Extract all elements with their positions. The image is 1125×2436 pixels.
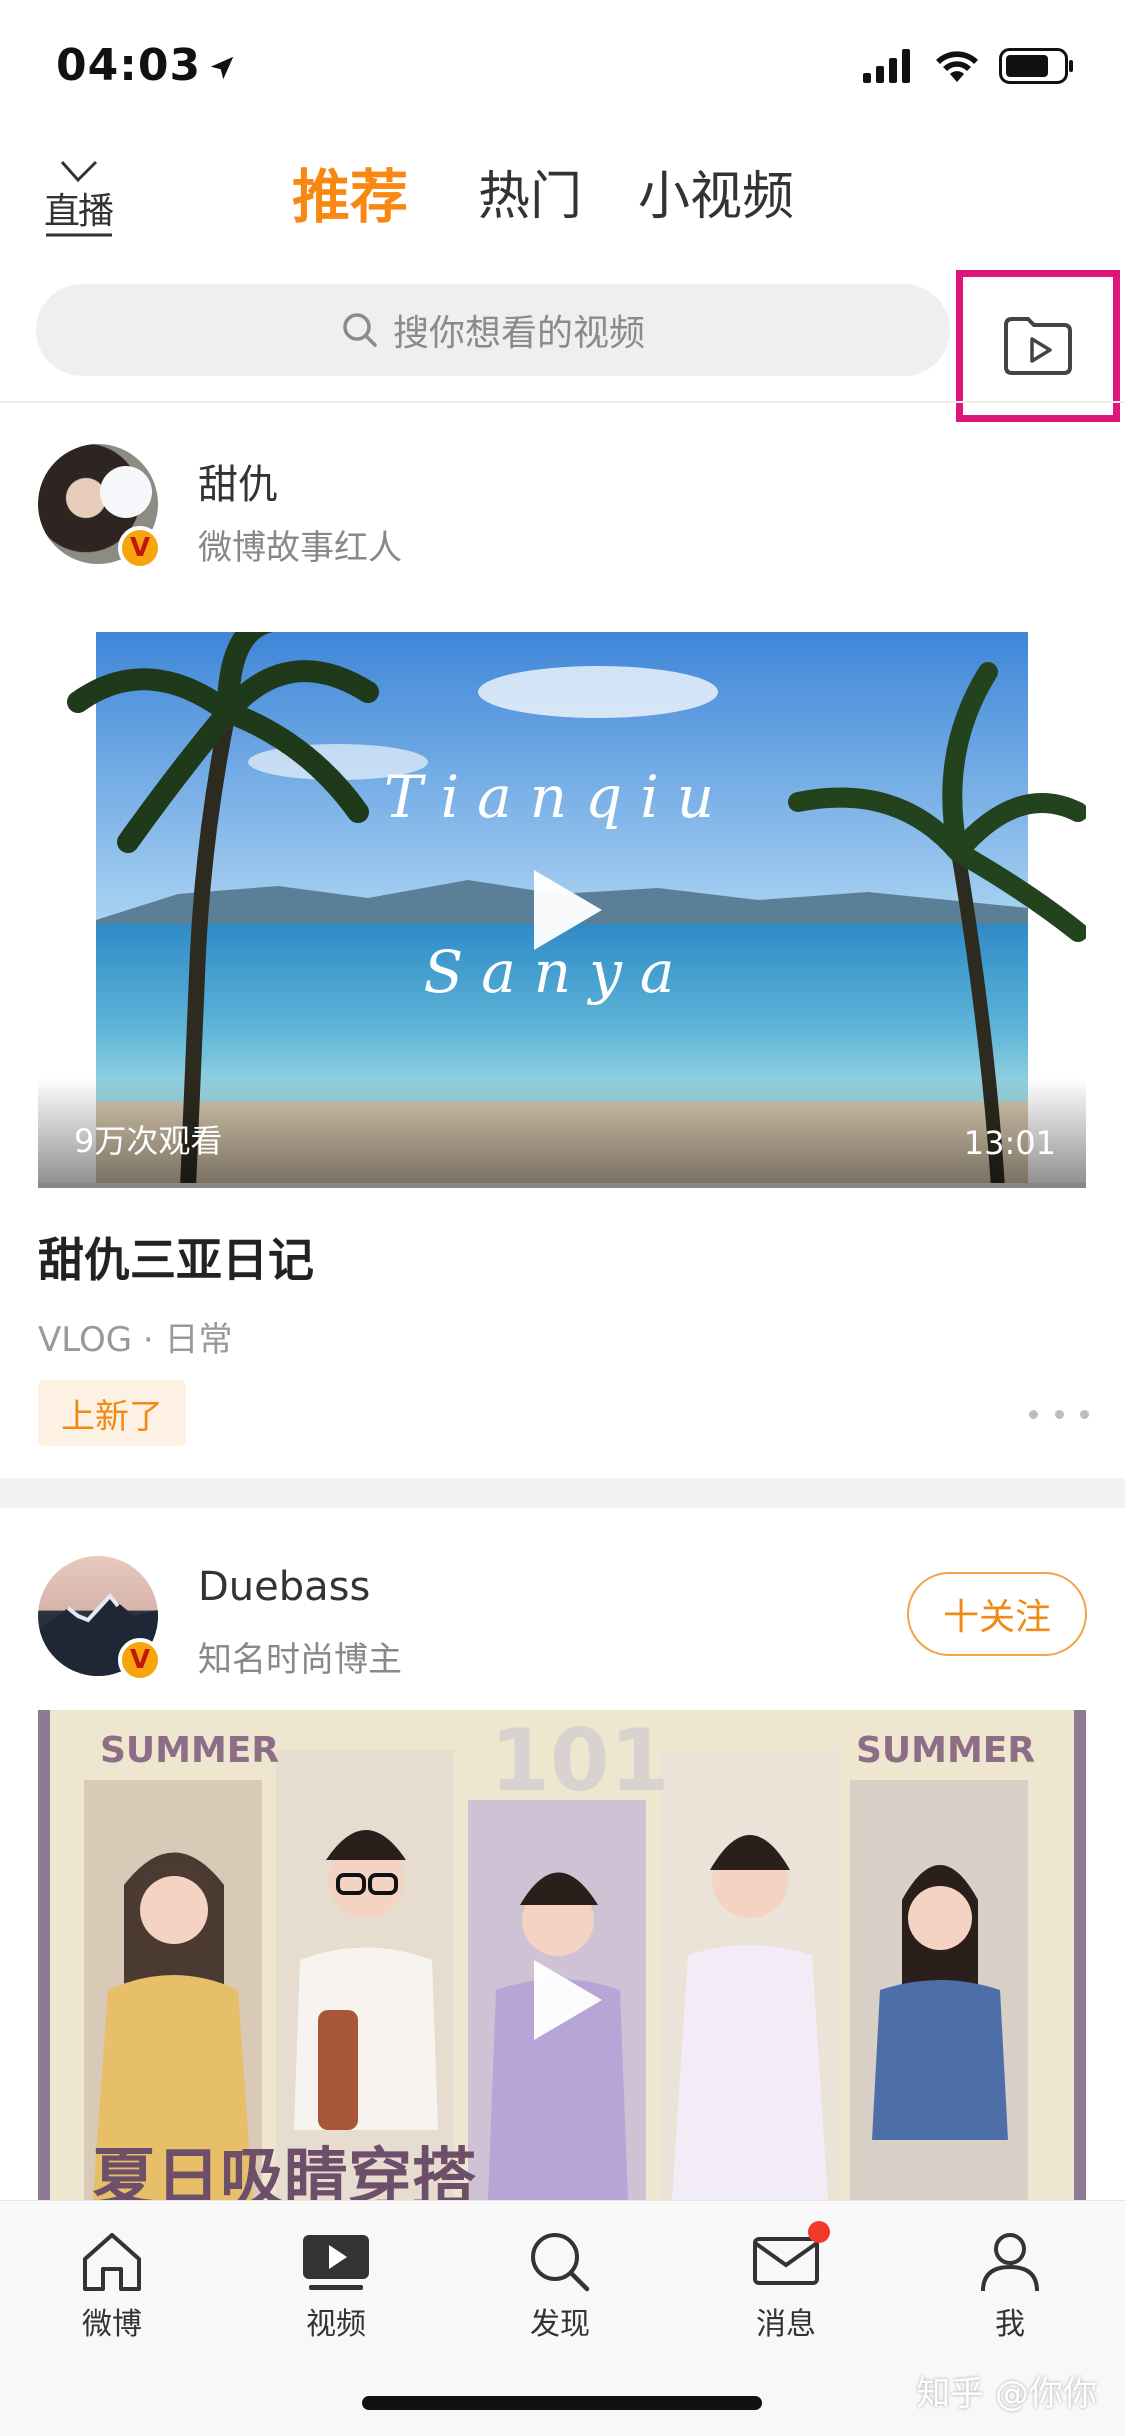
search-divider [0,401,1125,403]
search-row: 搜你想看的视频 [0,270,1125,422]
thumb-summer-left: SUMMER [100,1730,279,1771]
tab-messages-label: 消息 [756,2307,816,2342]
thumb-bottom-title: 夏日吸睛穿搭 [92,2142,476,2200]
search-icon [343,313,377,347]
status-icons [863,48,1075,84]
signal-icon [863,49,910,83]
status-time-text: 04:03 [56,40,202,91]
wifi-icon [936,51,978,82]
more-options-icon[interactable] [1029,1394,1089,1434]
watermark: 知乎 @你你 [916,2374,1097,2414]
fashion-collage-image: SUMMER 101 SUMMER 夏日吸睛穿搭 [38,1710,1086,2200]
tab-discover-label: 发现 [530,2307,590,2342]
battery-icon [999,48,1073,84]
live-label: 直播 [44,191,114,232]
tab-recommend[interactable]: 推荐 [292,160,408,234]
post-title[interactable]: 甜仇三亚日记 [38,1224,314,1290]
play-icon[interactable] [534,870,602,950]
thumb-number: 101 [490,1711,670,1811]
tab-weibo-label: 微博 [82,2307,142,2342]
tab-me-label: 我 [995,2307,1025,2342]
location-arrow-icon [210,56,234,80]
home-indicator[interactable] [362,2396,762,2410]
search-input[interactable]: 搜你想看的视频 [36,284,950,376]
post-tags: VLOG · 日常 [38,1320,233,1360]
video-duration: 13:01 [963,1124,1056,1162]
verified-badge: V [118,526,162,570]
author-name[interactable]: Duebass [198,1564,370,1610]
author-name[interactable]: 甜仇 [198,452,278,510]
tab-video[interactable]: 视频 [266,2229,406,2343]
video-folder-icon [1004,317,1072,375]
dot [1029,1409,1038,1419]
tab-weibo[interactable]: 微博 [42,2229,182,2343]
view-count: 9万次观看 [74,1122,223,1160]
video-folder-button[interactable] [956,270,1120,422]
nav-tabs: 推荐 热门 小视频 [292,160,850,234]
tv-base-icon [46,233,112,237]
follow-button[interactable]: 十关注 [907,1572,1087,1656]
tab-short-video[interactable]: 小视频 [638,160,794,234]
thumb-title-line-1: Tianqiu [384,763,732,831]
video-thumbnail[interactable]: SUMMER 101 SUMMER 夏日吸睛穿搭 [38,1710,1086,2200]
tab-hot[interactable]: 热门 [478,160,582,234]
dot [1080,1409,1089,1419]
dot [1054,1409,1064,1419]
progress-line [38,1183,1086,1188]
live-button[interactable]: 直播 [44,158,114,238]
status-bar: 04:03 [0,0,1125,132]
tab-messages[interactable]: 消息 [716,2221,856,2343]
tab-video-label: 视频 [306,2307,366,2342]
tab-me[interactable]: 我 [940,2229,1080,2343]
tab-discover[interactable]: 发现 [490,2229,630,2343]
thumb-summer-right: SUMMER [856,1730,1035,1771]
verified-badge: V [118,1638,162,1682]
status-time: 04:03 [56,40,237,91]
notification-dot [808,2221,830,2243]
author-desc: 微博故事红人 [198,528,402,568]
play-icon[interactable] [534,1960,602,2040]
new-badge[interactable]: 上新了 [38,1380,186,1446]
video-icon [303,2235,369,2290]
person-icon [981,2233,1039,2292]
home-icon [83,2233,141,2291]
top-nav: 直播 推荐 热门 小视频 [0,150,1125,250]
video-thumbnail[interactable]: Tianqiu Sanya 9万次观看 13:01 [38,632,1086,1188]
avatar-cotton-candy [100,466,152,518]
section-gap [0,1478,1125,1508]
author-desc: 知名时尚博主 [198,1640,402,1680]
search-icon [531,2233,590,2292]
search-placeholder: 搜你想看的视频 [392,313,645,354]
